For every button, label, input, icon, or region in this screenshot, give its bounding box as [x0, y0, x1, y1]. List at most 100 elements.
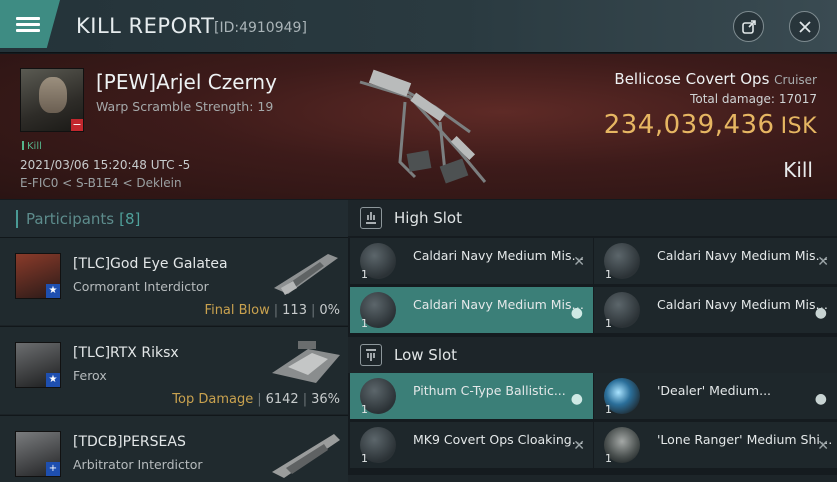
participants-panel: Participants [8] ★ [TLC]God Eye Galatea …: [0, 200, 348, 482]
participant-ship-image: [272, 434, 340, 478]
plus-badge-icon: +: [46, 462, 60, 476]
module-item[interactable]: 1 Caldari Navy Medium Missil... ●: [594, 287, 837, 333]
participant-name: [TLC]God Eye Galatea: [73, 256, 228, 272]
kill-location[interactable]: E-FIC0 < S-B1E4 < Deklein: [20, 176, 182, 190]
module-name: Pithum C-Type Ballistic...: [413, 383, 566, 398]
module-qty: 1: [361, 268, 368, 281]
kill-id: [ID:4910949]: [214, 20, 307, 36]
module-item[interactable]: 1 Caldari Navy Medium Missil... ✕: [594, 238, 837, 284]
share-button[interactable]: [733, 11, 764, 42]
pilot-icon: ●: [814, 391, 827, 407]
module-item[interactable]: 1 Caldari Navy Medium Missil... ✕: [350, 238, 593, 284]
module-name: Caldari Navy Medium Missil...: [657, 248, 833, 263]
participant-ship-image: [272, 341, 340, 383]
ship-name-text: Bellicose Covert Ops: [614, 70, 770, 88]
participant-stats: Top Damage | 6142 | 36%: [172, 392, 340, 407]
warp-scramble-strength: Warp Scramble Strength: 19: [96, 99, 274, 114]
portrait-face: [39, 77, 67, 113]
damage-value: 17017: [778, 92, 817, 106]
module-qty: 1: [605, 317, 612, 330]
minus-icon: −: [71, 118, 83, 131]
total-damage: Total damage: 17017: [690, 92, 817, 106]
module-name: 'Lone Ranger' Medium Shiel...: [657, 432, 833, 447]
pilot-icon: ●: [814, 305, 827, 321]
dropped-icon: ✕: [817, 254, 829, 270]
victim-portrait[interactable]: −: [20, 68, 84, 132]
participant-tag: Final Blow: [204, 303, 270, 318]
module-qty: 1: [605, 268, 612, 281]
module-name: MK9 Covert Ops Cloaking...: [413, 432, 584, 447]
participant-name: [TDCB]PERSEAS: [73, 434, 186, 450]
close-icon: [798, 20, 811, 33]
star-badge-icon: ★: [46, 284, 60, 298]
low-slot-header: Low Slot: [348, 337, 837, 373]
low-slot-title: Low Slot: [394, 346, 458, 364]
avatar: ★: [15, 342, 61, 388]
separator: |: [273, 303, 279, 318]
module-item[interactable]: 1 'Dealer' Medium... ●: [594, 373, 837, 419]
separator: |: [310, 303, 316, 318]
participant-tag: Top Damage: [172, 392, 254, 407]
module-qty: 1: [605, 403, 612, 416]
hamburger-icon: [16, 14, 40, 35]
participant-stats: Final Blow | 113 | 0%: [205, 303, 340, 318]
next-slot-header: [348, 475, 837, 482]
participant-row[interactable]: ★ [TLC]God Eye Galatea Cormorant Interdi…: [0, 237, 348, 325]
module-qty: 1: [605, 452, 612, 465]
high-slot-title: High Slot: [394, 209, 462, 227]
victim-name[interactable]: [PEW]Arjel Czerny: [96, 70, 277, 94]
close-button[interactable]: [789, 11, 820, 42]
dropped-icon: ✕: [817, 438, 829, 454]
kill-tag: Kill: [22, 141, 42, 152]
module-name: Caldari Navy Medium Missil...: [413, 297, 589, 312]
pilot-icon: ●: [570, 391, 583, 407]
external-link-icon: [741, 19, 756, 34]
module-item[interactable]: 1 Caldari Navy Medium Missil... ●: [350, 287, 593, 333]
victim-banner: − [PEW]Arjel Czerny Warp Scramble Streng…: [0, 54, 837, 199]
module-name: 'Dealer' Medium...: [657, 383, 772, 398]
participant-damage: 113: [282, 303, 307, 318]
menu-button[interactable]: [0, 0, 60, 48]
participant-ship: Cormorant Interdictor: [73, 279, 209, 294]
separator: |: [257, 392, 262, 407]
participant-name: [TLC]RTX Riksx: [73, 345, 179, 361]
participant-ship: Ferox: [73, 368, 107, 383]
dropped-icon: ✕: [573, 254, 585, 270]
module-qty: 1: [361, 452, 368, 465]
high-slot-icon: [360, 207, 382, 229]
pilot-icon: ●: [570, 305, 583, 321]
dropped-icon: ✕: [573, 438, 585, 454]
participant-row[interactable]: + [TDCB]PERSEAS Arbitrator Interdictor: [0, 415, 348, 482]
avatar: +: [15, 431, 61, 477]
isk-amount: 234,039,436: [603, 110, 775, 140]
module-item[interactable]: 1 Pithum C-Type Ballistic... ●: [350, 373, 593, 419]
module-name: Caldari Navy Medium Missil...: [413, 248, 589, 263]
participant-ship-image: [274, 254, 338, 295]
module-name: Caldari Navy Medium Missil...: [657, 297, 833, 312]
separator: |: [302, 392, 308, 407]
participant-ship: Arbitrator Interdictor: [73, 457, 203, 472]
participant-percent: 0%: [319, 303, 340, 318]
module-item[interactable]: 1 MK9 Covert Ops Cloaking... ✕: [350, 422, 593, 468]
participant-row[interactable]: ★ [TLC]RTX Riksx Ferox Top Damage | 6142 | 3…: [0, 326, 348, 414]
participant-percent: 36%: [311, 392, 340, 407]
victim-ship-name[interactable]: Bellicose Covert Ops Cruiser: [614, 70, 817, 88]
high-slot-header: High Slot: [348, 200, 837, 236]
page-title: KILL REPORT: [76, 14, 215, 38]
participant-damage: 6142: [265, 392, 299, 407]
participants-label: Participants: [26, 209, 115, 228]
participants-header[interactable]: Participants [8]: [0, 200, 348, 237]
isk-unit: ISK: [780, 114, 817, 139]
kill-result: Kill: [783, 158, 813, 182]
kill-datetime: 2021/03/06 15:20:48 UTC -5: [20, 158, 191, 172]
ship-class: Cruiser: [774, 73, 817, 87]
fitting-panel: High Slot 1 Caldari Navy Medium Missil..…: [348, 200, 837, 482]
header-bar: KILL REPORT [ID:4910949]: [0, 0, 837, 53]
module-item[interactable]: 1 'Lone Ranger' Medium Shiel... ✕: [594, 422, 837, 468]
module-qty: 1: [361, 317, 368, 330]
participants-count: [8]: [119, 209, 141, 228]
module-qty: 1: [361, 403, 368, 416]
victim-ship-image[interactable]: [350, 62, 500, 192]
avatar: ★: [15, 253, 61, 299]
low-slot-icon: [360, 344, 382, 366]
